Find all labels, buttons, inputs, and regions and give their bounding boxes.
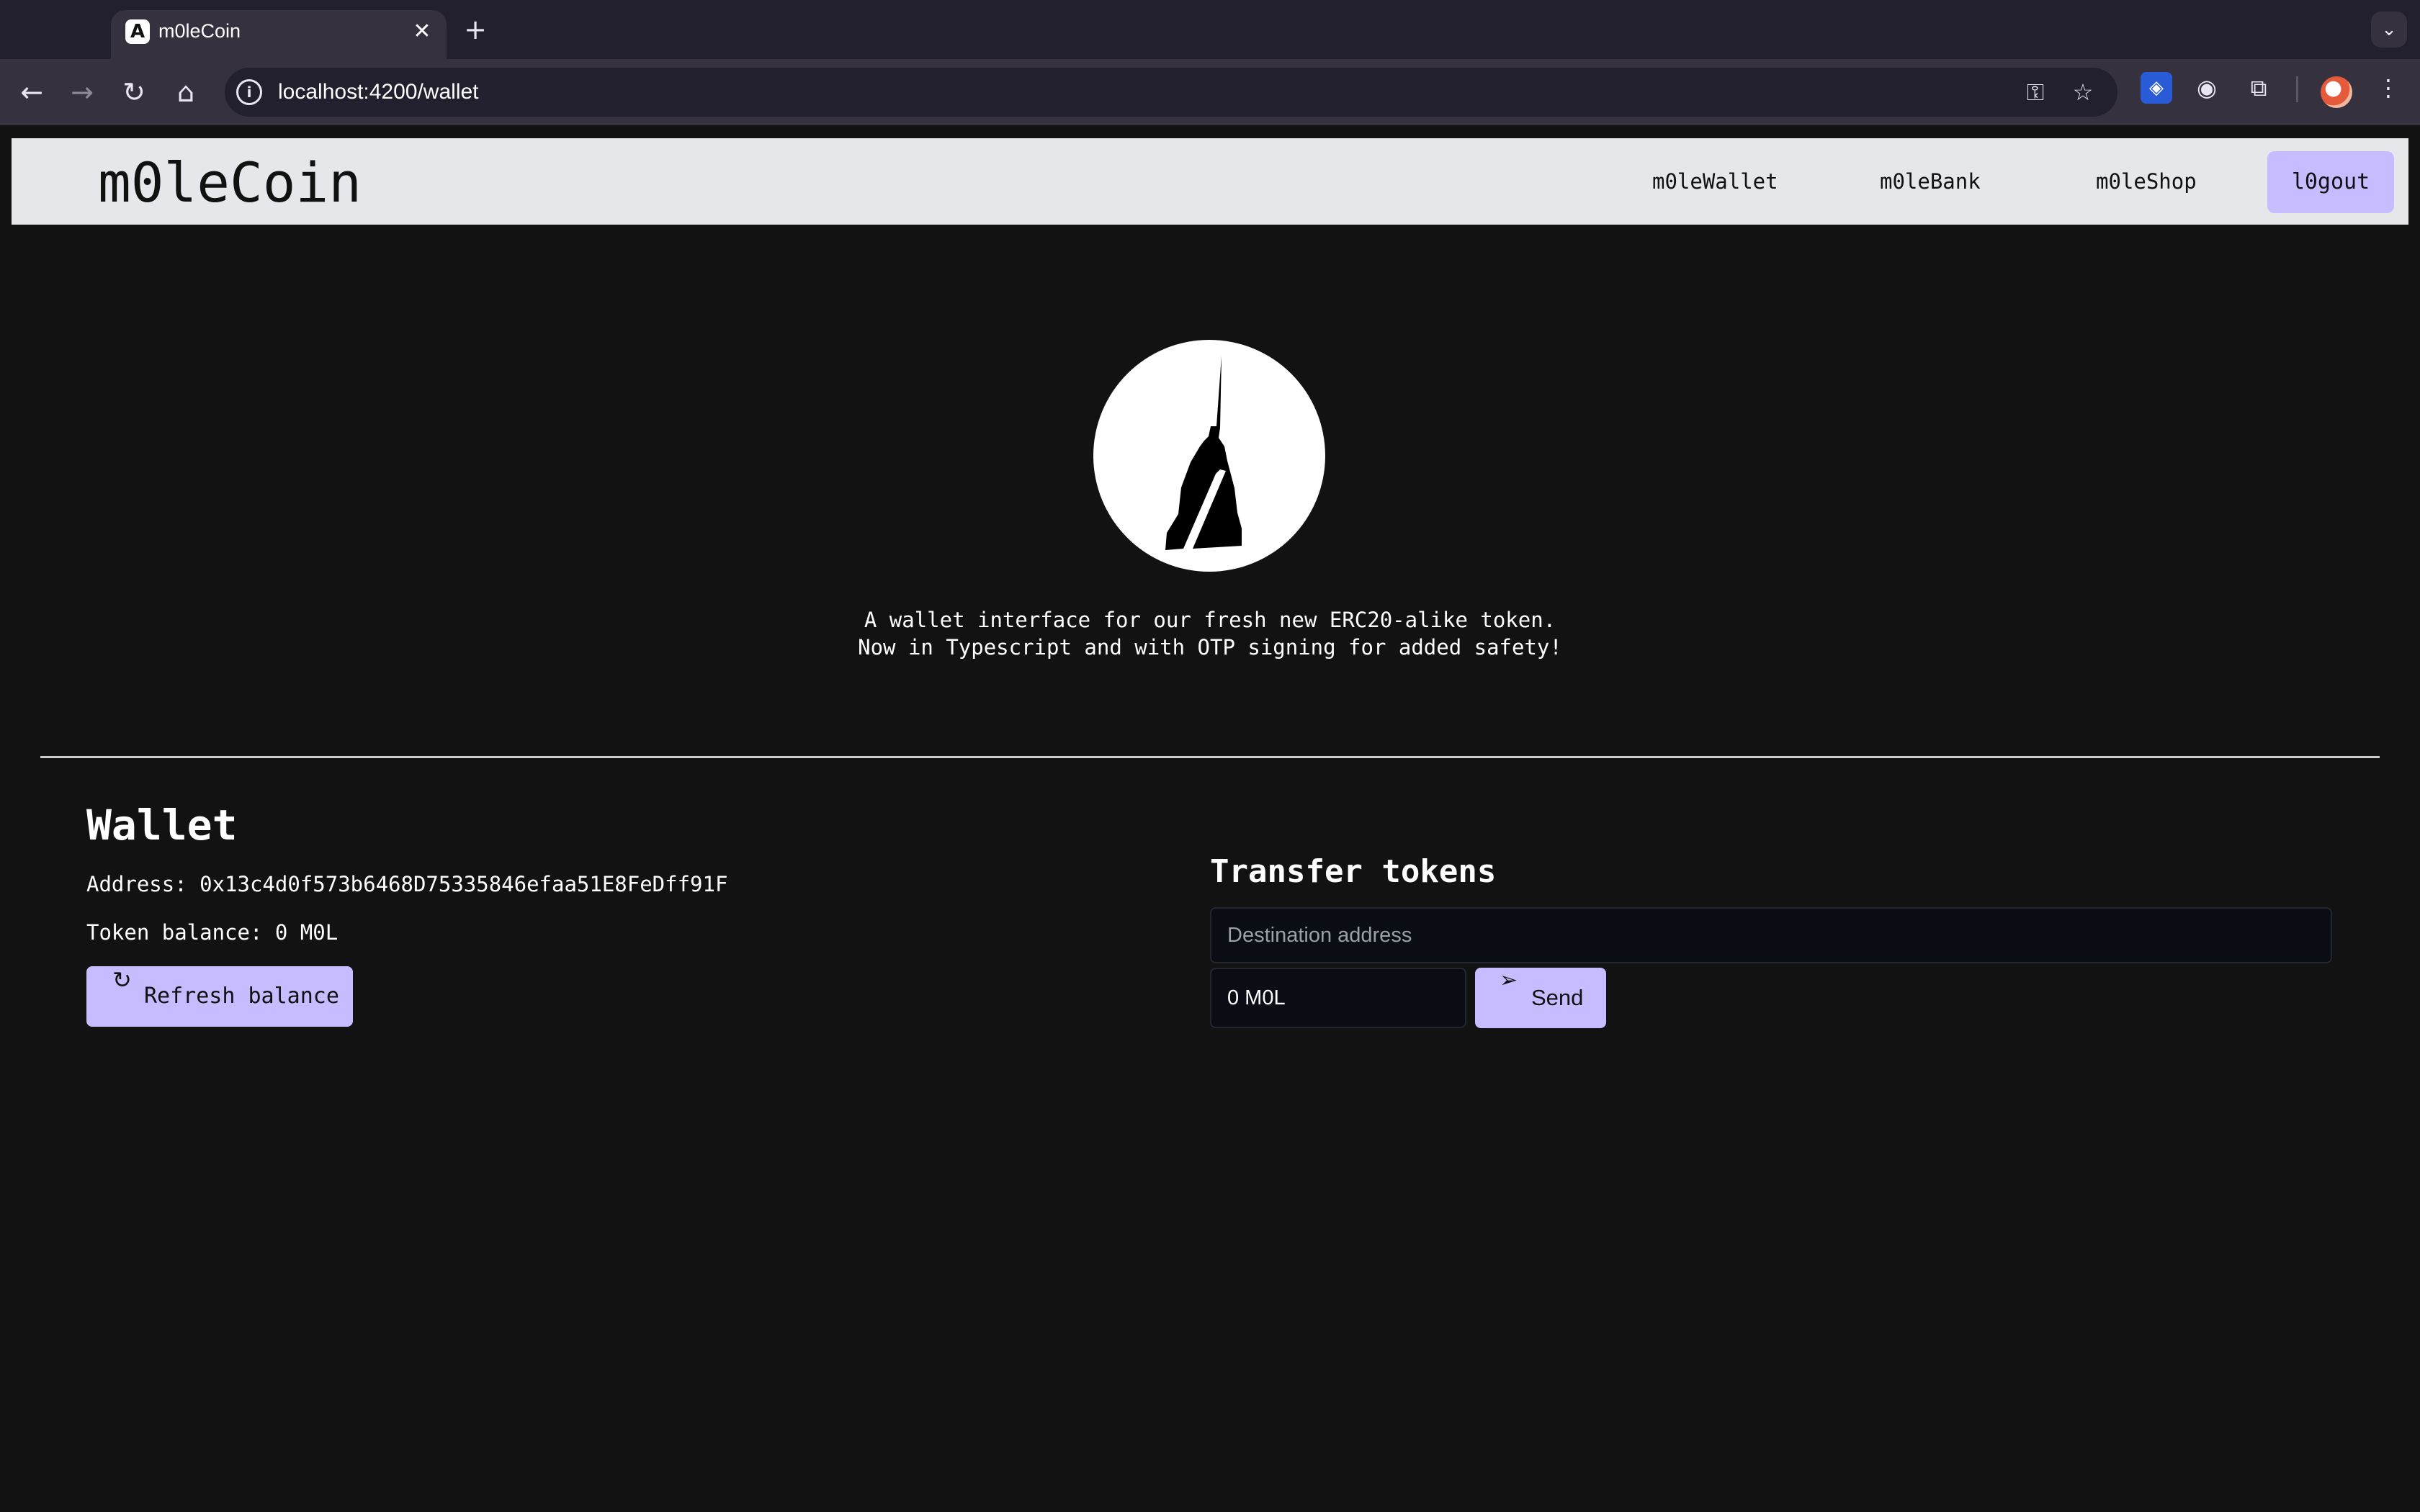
bitwarden-icon[interactable]: ◈	[2141, 72, 2172, 104]
destination-address-input[interactable]	[1210, 907, 2332, 963]
wallet-address: Address: 0x13c4d0f573b6468D75335846efaa5…	[86, 872, 728, 896]
amount-input[interactable]: 0 M0L	[1210, 968, 1466, 1028]
nav-link-bank[interactable]: m0leBank	[1880, 167, 1981, 196]
brand-logo[interactable]: m0leCoin	[98, 150, 362, 216]
browser-tabstrip: A m0leCoin ✕ + ⌄	[0, 0, 2420, 59]
password-key-icon[interactable]: ⚿	[2021, 78, 2050, 107]
back-icon[interactable]: ←	[12, 72, 52, 112]
url-text[interactable]: localhost:4200/wallet	[278, 79, 479, 105]
profile-avatar[interactable]	[2321, 76, 2352, 108]
new-tab-icon[interactable]: +	[458, 13, 493, 48]
transfer-title: Transfer tokens	[1210, 853, 1497, 890]
token-balance: Token balance: 0 M0L	[86, 920, 339, 945]
more-menu-icon[interactable]: ⋮	[2372, 72, 2404, 104]
mole-tower-icon	[1165, 356, 1242, 550]
home-icon[interactable]: ⌂	[166, 72, 206, 112]
tab-title: m0leCoin	[158, 20, 241, 42]
reload-icon[interactable]: ↻	[114, 72, 154, 112]
incognito-icon[interactable]: ◉	[2191, 72, 2223, 104]
tagline: A wallet interface for our fresh new ERC…	[0, 606, 2420, 661]
tagline-line-2: Now in Typescript and with OTP signing f…	[858, 635, 1562, 660]
close-icon[interactable]: ✕	[408, 17, 436, 46]
bookmark-star-icon[interactable]: ☆	[2069, 78, 2097, 107]
logout-button[interactable]: l0gout	[2267, 151, 2394, 213]
send-icon: ➢	[1500, 968, 1518, 993]
refresh-balance-label: Refresh balance	[144, 984, 339, 1009]
chevron-down-icon[interactable]: ⌄	[2371, 12, 2407, 48]
app-header: m0leCoin m0leWallet m0leBank m0leShop l0…	[12, 138, 2408, 225]
site-info-icon[interactable]: i	[236, 79, 262, 105]
refresh-icon: ↻	[112, 966, 132, 994]
refresh-balance-button[interactable]: ↻ Refresh balance	[86, 966, 353, 1027]
address-bar[interactable]: i localhost:4200/wallet ⚿ ☆	[225, 68, 2118, 117]
forward-icon[interactable]: →	[62, 72, 102, 112]
tagline-line-1: A wallet interface for our fresh new ERC…	[864, 608, 1556, 632]
toolbar-separator	[2296, 76, 2298, 102]
extensions-icon[interactable]: ⧉	[2243, 72, 2275, 104]
send-label: Send	[1531, 985, 1584, 1010]
nav-link-shop[interactable]: m0leShop	[2096, 167, 2197, 196]
wallet-title: Wallet	[86, 801, 238, 850]
nav-link-wallet[interactable]: m0leWallet	[1652, 167, 1778, 196]
mole-antonelliana-logo	[1093, 340, 1325, 572]
angular-icon: A	[125, 19, 150, 44]
browser-tab[interactable]: A m0leCoin ✕	[111, 10, 447, 59]
section-divider	[40, 756, 2380, 758]
browser-toolbar: ← → ↻ ⌂ i localhost:4200/wallet ⚿ ☆	[0, 59, 2420, 125]
send-button[interactable]: ➢ Send	[1475, 968, 1606, 1028]
